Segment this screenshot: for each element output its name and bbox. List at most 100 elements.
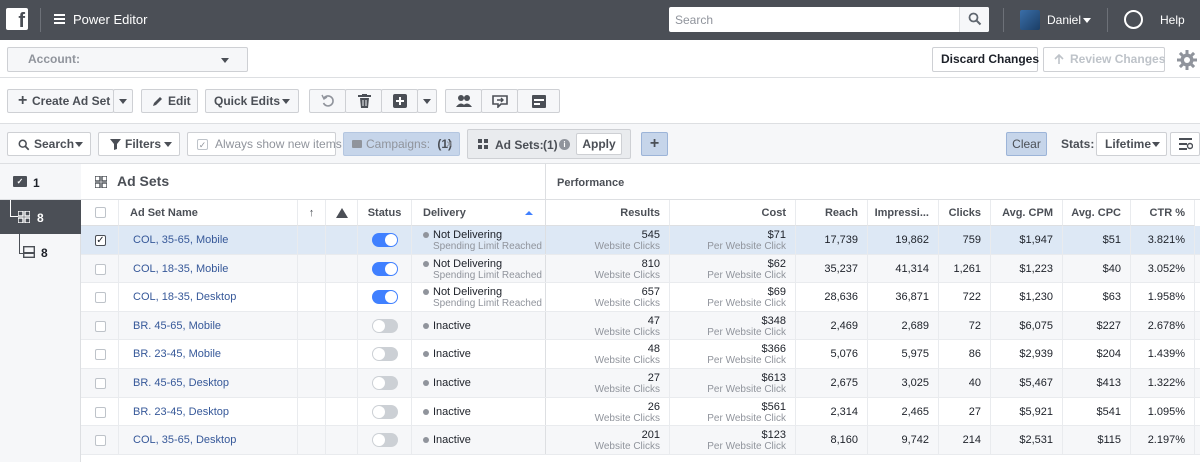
trash-icon (358, 94, 371, 108)
ad-set-name-link[interactable]: BR. 23-45, Mobile (119, 340, 298, 368)
close-icon[interactable]: × (446, 133, 453, 155)
add-filter-button[interactable]: + (641, 132, 668, 156)
status-toggle[interactable] (372, 404, 398, 419)
ad-set-name-link[interactable]: BR. 45-65, Mobile (119, 311, 298, 340)
filters-dropdown[interactable]: Filters (98, 132, 180, 156)
row-checkbox[interactable]: ✓ (95, 235, 106, 246)
search-input[interactable] (669, 7, 959, 32)
sidebar-item-ad-sets[interactable]: 8 (0, 200, 81, 234)
account-dropdown[interactable]: Account: (7, 47, 248, 72)
create-ad-set-button[interactable]: + Create Ad Set (7, 89, 114, 113)
col-reach[interactable]: Reach (796, 200, 868, 226)
status-toggle[interactable] (372, 261, 398, 276)
status-toggle[interactable] (372, 290, 398, 305)
export-button[interactable] (481, 89, 518, 113)
create-dropdown-button[interactable] (113, 89, 133, 113)
delete-button[interactable] (345, 89, 382, 113)
ad-sets-filter-chip[interactable]: Ad Sets: (1) i Apply (467, 129, 631, 159)
preview-button[interactable] (517, 89, 560, 113)
sidebar-item-campaigns[interactable]: ✓ 1 (0, 164, 81, 200)
menu-icon[interactable] (54, 14, 65, 24)
search-icon (968, 12, 982, 26)
delivery-status: Not Delivering (433, 229, 503, 241)
always-show-new-items-toggle[interactable]: ✓ Always show new items (187, 132, 342, 156)
table-row[interactable]: BR. 23-45, Mobile Inactive 48 Website Cl… (81, 340, 1200, 369)
avg-cpc-value: $541 (1063, 397, 1131, 426)
status-toggle[interactable] (372, 318, 398, 333)
row-checkbox[interactable] (95, 378, 106, 389)
table-row[interactable]: ✓ COL, 35-65, Mobile Not Delivering Spend… (81, 226, 1200, 255)
col-clicks[interactable]: Clicks (939, 200, 991, 226)
table-row[interactable]: COL, 18-35, Mobile Not Delivering Spendin… (81, 254, 1200, 284)
col-status[interactable]: Status (358, 200, 412, 226)
divider (1107, 8, 1108, 32)
row-checkbox[interactable] (95, 435, 106, 447)
table-row[interactable]: BR. 45-65, Mobile Inactive 47 Website Cl… (81, 311, 1200, 341)
quick-edits-dropdown[interactable]: Quick Edits (205, 89, 299, 113)
row-checkbox[interactable] (95, 292, 106, 304)
col-cost[interactable]: Cost (670, 200, 796, 226)
clear-button[interactable]: Clear (1006, 132, 1047, 156)
ad-set-name-link[interactable]: COL, 35-65, Mobile (119, 226, 298, 254)
col-results[interactable]: Results (546, 200, 670, 226)
delivery-cell: Inactive (412, 340, 546, 368)
status-toggle[interactable] (372, 376, 398, 390)
status-cell (358, 311, 412, 340)
row-checkbox[interactable] (95, 320, 106, 332)
ad-set-name-link[interactable]: BR. 45-65, Desktop (119, 369, 298, 397)
globe-icon[interactable] (1124, 10, 1143, 29)
row-checkbox[interactable] (95, 349, 106, 361)
apply-button[interactable]: Apply (576, 133, 622, 155)
col-ctr[interactable]: CTR % (1131, 200, 1195, 226)
status-cell (358, 254, 412, 283)
info-icon[interactable]: i (559, 139, 570, 150)
col-sort[interactable]: ↑ (298, 200, 326, 226)
status-toggle[interactable] (372, 433, 398, 448)
gear-icon[interactable] (1176, 49, 1198, 71)
cost-type: Per Website Click (707, 384, 786, 395)
user-name[interactable]: Daniel (1047, 13, 1081, 27)
ad-set-name-link[interactable]: BR. 23-45, Desktop (119, 397, 298, 426)
status-toggle[interactable] (372, 347, 398, 362)
search-button[interactable] (959, 7, 989, 32)
col-warnings[interactable] (326, 200, 358, 226)
help-link[interactable]: Help (1160, 13, 1185, 27)
col-impressions[interactable]: Impressi... (868, 200, 939, 226)
duplicate-button[interactable] (381, 89, 418, 113)
col-ad-set-name[interactable]: Ad Set Name (119, 200, 298, 226)
audience-button[interactable] (445, 89, 482, 113)
sidebar-item-ads[interactable]: 8 (0, 234, 81, 270)
col-avg-cpm[interactable]: Avg. CPM (991, 200, 1063, 226)
review-changes-button[interactable]: Review Changes (1043, 47, 1165, 72)
ad-set-name-link[interactable]: COL, 18-35, Desktop (119, 283, 298, 311)
stats-period-dropdown[interactable]: Lifetime (1096, 132, 1167, 156)
checkbox[interactable]: ✓ (197, 139, 208, 150)
facebook-logo-icon[interactable]: f (6, 8, 28, 32)
row-checkbox[interactable] (95, 263, 106, 275)
search-dropdown[interactable]: Search (7, 132, 91, 156)
discard-changes-button[interactable]: Discard Changes (932, 47, 1039, 72)
filter-bar: Search Filters ✓ Always show new items C… (0, 124, 1200, 164)
duplicate-dropdown-button[interactable] (417, 89, 437, 113)
campaigns-filter-chip[interactable]: Campaigns: (1) × (343, 132, 460, 156)
edit-button[interactable]: Edit (141, 89, 198, 113)
columns-settings-button[interactable] (1170, 132, 1200, 156)
plus-icon: + (18, 92, 28, 109)
table-row[interactable]: COL, 35-65, Desktop Inactive 201 Website… (81, 426, 1200, 455)
create-label: Create Ad Set (32, 94, 111, 108)
revert-button[interactable] (309, 89, 346, 113)
row-checkbox[interactable] (95, 406, 106, 418)
ad-set-name-link[interactable]: COL, 18-35, Mobile (119, 254, 298, 283)
table-row[interactable]: BR. 45-65, Desktop Inactive 27 Website C… (81, 369, 1200, 398)
chevron-down-icon[interactable] (1083, 18, 1091, 23)
ad-set-name-link[interactable]: COL, 35-65, Desktop (119, 426, 298, 454)
row-select-cell (81, 340, 119, 368)
status-toggle[interactable] (372, 233, 398, 247)
status-cell (358, 226, 412, 254)
select-all-checkbox[interactable] (95, 207, 106, 218)
avatar[interactable] (1020, 10, 1040, 30)
table-row[interactable]: COL, 18-35, Desktop Not Delivering Spendi… (81, 283, 1200, 312)
col-avg-cpc[interactable]: Avg. CPC (1063, 200, 1131, 226)
col-delivery[interactable]: Delivery (412, 200, 546, 226)
table-row[interactable]: BR. 23-45, Desktop Inactive 26 Website C… (81, 397, 1200, 427)
